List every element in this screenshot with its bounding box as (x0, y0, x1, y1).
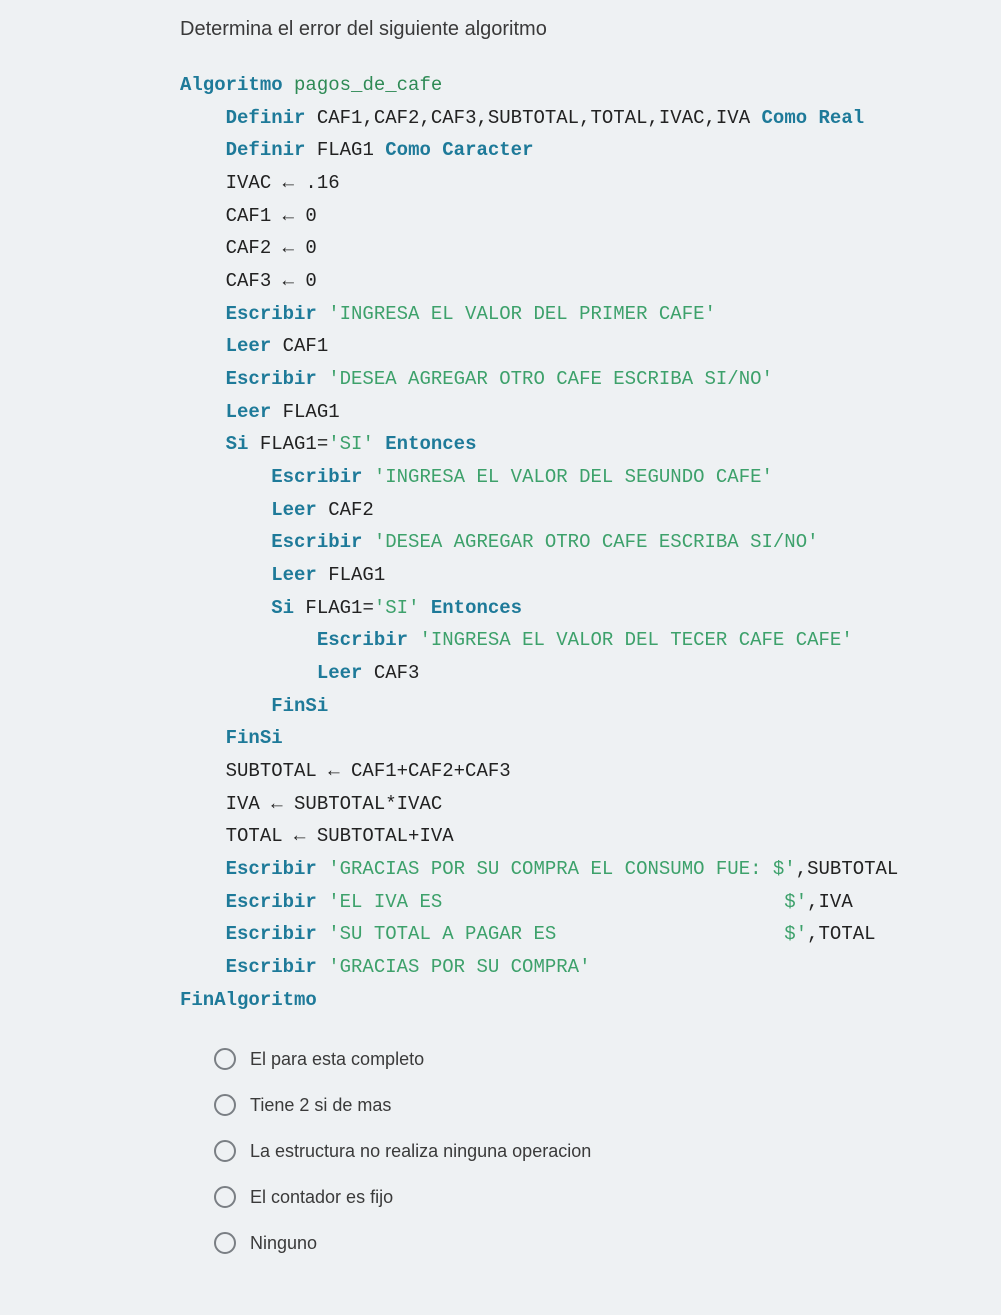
vars: FLAG1 (305, 139, 385, 161)
kw-definir: Definir (226, 139, 306, 161)
str-si: 'SI' (328, 433, 374, 455)
type-real: Como Real (762, 107, 865, 129)
kw-leer: Leer (271, 499, 317, 521)
option-3[interactable]: La estructura no realiza ninguna operaci… (180, 1128, 977, 1174)
kw-escribir: Escribir (226, 368, 317, 390)
str-l28: 'GRACIAS POR SU COMPRA' (317, 956, 591, 978)
str-l13: 'INGRESA EL VALOR DEL SEGUNDO CAFE' (362, 466, 772, 488)
str-l8: 'INGRESA EL VALOR DEL PRIMER CAFE' (317, 303, 716, 325)
kw-escribir: Escribir (226, 858, 317, 880)
assign-caf2: CAF2 ← 0 (226, 237, 317, 259)
type-caracter: Como Caracter (385, 139, 533, 161)
kw-entonces: Entonces (374, 433, 477, 455)
radio-icon[interactable] (214, 1232, 236, 1254)
kw-leer: Leer (226, 401, 272, 423)
str-si: 'SI' (374, 597, 420, 619)
kw-si: Si (226, 433, 249, 455)
algo-name: pagos_de_cafe (283, 74, 443, 96)
option-2[interactable]: Tiene 2 si de mas (180, 1082, 977, 1128)
option-label: Ninguno (250, 1233, 317, 1254)
assign-iva: IVA ← SUBTOTAL*IVAC (226, 793, 443, 815)
leer-var: FLAG1 (271, 401, 339, 423)
radio-icon[interactable] (214, 1186, 236, 1208)
assign-total: TOTAL ← SUBTOTAL+IVA (226, 825, 454, 847)
radio-icon[interactable] (214, 1094, 236, 1116)
radio-icon[interactable] (214, 1140, 236, 1162)
radio-icon[interactable] (214, 1048, 236, 1070)
option-label: El para esta completo (250, 1049, 424, 1070)
str-l10: 'DESEA AGREGAR OTRO CAFE ESCRIBA SI/NO' (317, 368, 773, 390)
question-page: Determina el error del siguiente algorit… (0, 0, 1001, 1315)
option-1[interactable]: El para esta completo (180, 1036, 977, 1082)
option-label: La estructura no realiza ninguna operaci… (250, 1141, 591, 1162)
kw-escribir: Escribir (226, 891, 317, 913)
str-l25: 'GRACIAS POR SU COMPRA EL CONSUMO FUE: $… (317, 858, 796, 880)
assign-caf1: CAF1 ← 0 (226, 205, 317, 227)
kw-escribir: Escribir (271, 531, 362, 553)
str-l26: 'EL IVA ES $' (317, 891, 807, 913)
str-l27: 'SU TOTAL A PAGAR ES $' (317, 923, 807, 945)
kw-entonces: Entonces (419, 597, 522, 619)
leer-var: CAF1 (271, 335, 328, 357)
option-4[interactable]: El contador es fijo (180, 1174, 977, 1220)
option-label: El contador es fijo (250, 1187, 393, 1208)
str-l15: 'DESEA AGREGAR OTRO CAFE ESCRIBA SI/NO' (362, 531, 818, 553)
cond: FLAG1= (248, 433, 328, 455)
kw-leer: Leer (317, 662, 363, 684)
assign-caf3: CAF3 ← 0 (226, 270, 317, 292)
str-l18: 'INGRESA EL VALOR DEL TECER CAFE CAFE' (408, 629, 853, 651)
tail: ,IVA (807, 891, 853, 913)
kw-escribir: Escribir (226, 303, 317, 325)
kw-escribir: Escribir (226, 956, 317, 978)
tail: ,TOTAL (807, 923, 875, 945)
kw-definir: Definir (226, 107, 306, 129)
kw-finsi: FinSi (271, 695, 328, 717)
algorithm-code: Algoritmo pagos_de_cafe Definir CAF1,CAF… (180, 69, 977, 1016)
kw-escribir: Escribir (271, 466, 362, 488)
vars: CAF1,CAF2,CAF3,SUBTOTAL,TOTAL,IVAC,IVA (305, 107, 761, 129)
kw-algoritmo: Algoritmo (180, 74, 283, 96)
leer-var: CAF3 (362, 662, 419, 684)
assign-ivac: IVAC ← .16 (226, 172, 340, 194)
kw-escribir: Escribir (317, 629, 408, 651)
answer-options: El para esta completo Tiene 2 si de mas … (180, 1036, 977, 1266)
kw-si: Si (271, 597, 294, 619)
kw-finalgoritmo: FinAlgoritmo (180, 989, 317, 1011)
tail: ,SUBTOTAL (796, 858, 899, 880)
kw-escribir: Escribir (226, 923, 317, 945)
kw-leer: Leer (271, 564, 317, 586)
question-prompt: Determina el error del siguiente algorit… (180, 18, 977, 41)
kw-finsi: FinSi (226, 727, 283, 749)
cond: FLAG1= (294, 597, 374, 619)
option-5[interactable]: Ninguno (180, 1220, 977, 1266)
leer-var: FLAG1 (317, 564, 385, 586)
kw-leer: Leer (226, 335, 272, 357)
leer-var: CAF2 (317, 499, 374, 521)
option-label: Tiene 2 si de mas (250, 1095, 391, 1116)
assign-subtotal: SUBTOTAL ← CAF1+CAF2+CAF3 (226, 760, 511, 782)
